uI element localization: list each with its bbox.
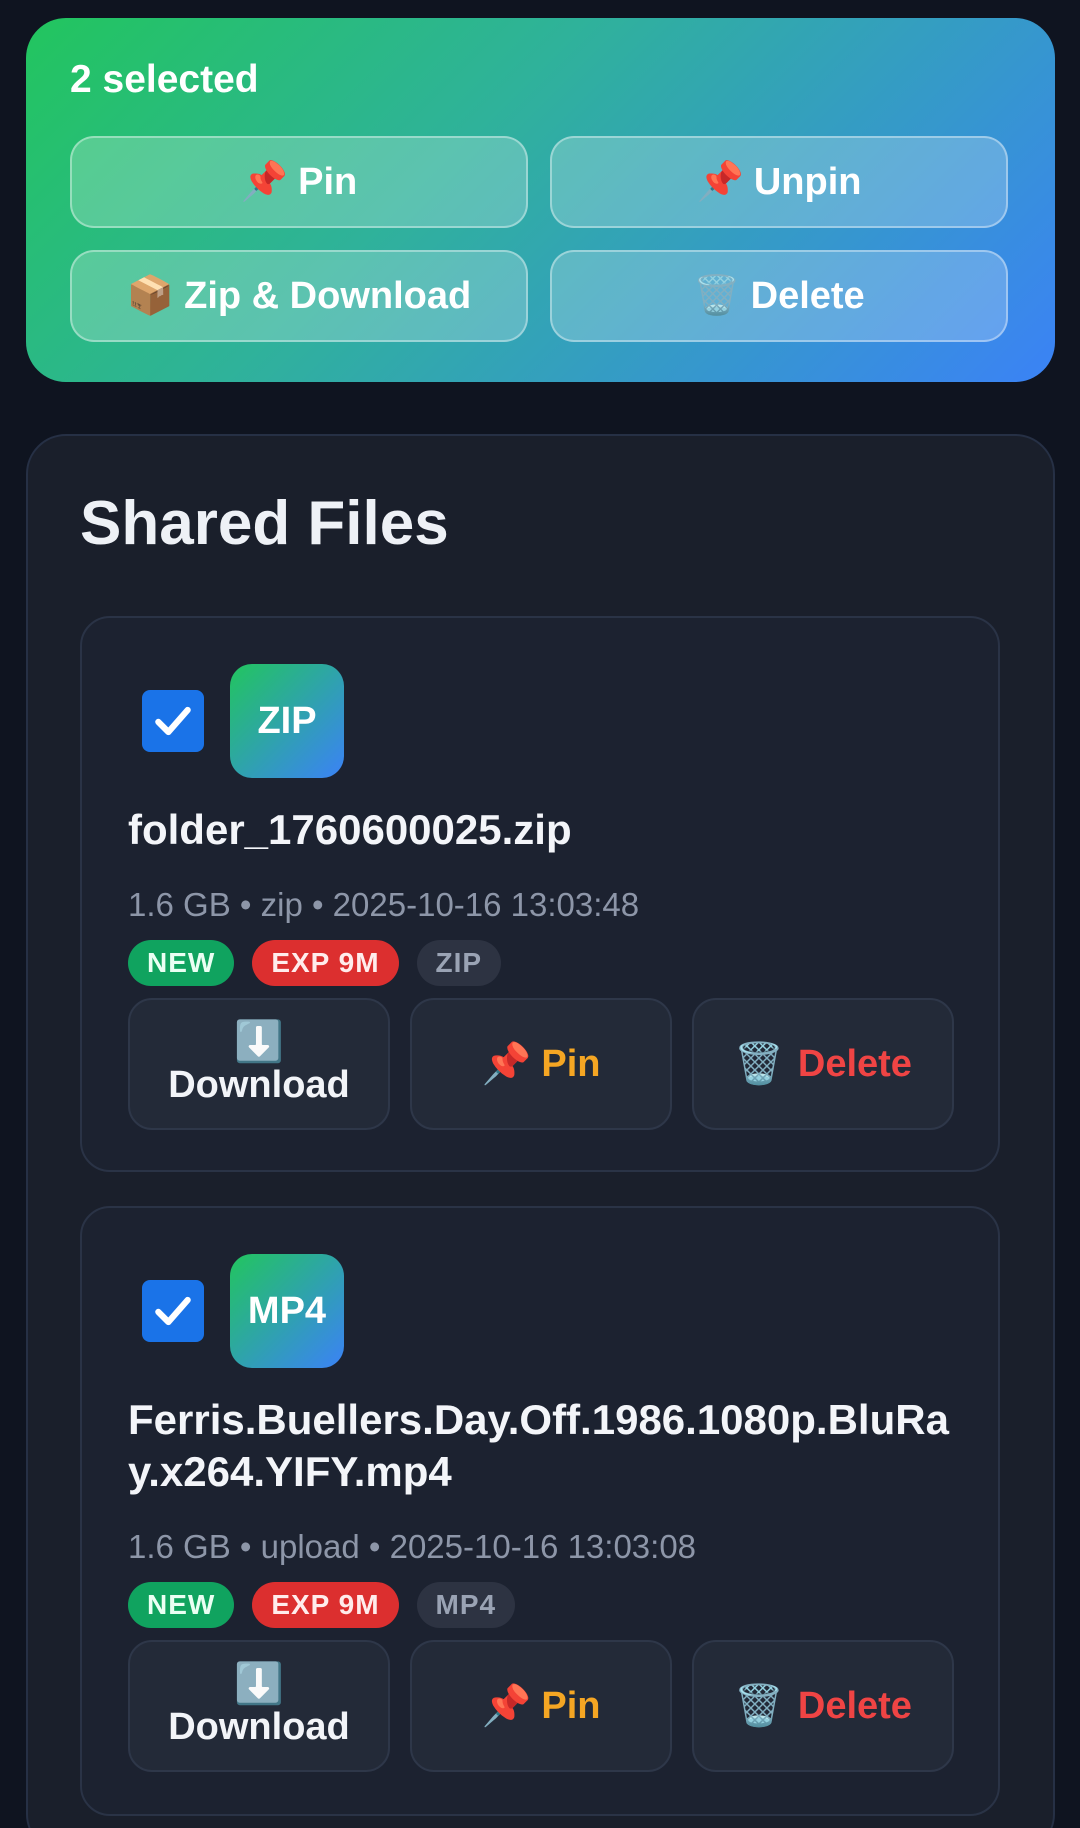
- bulk-unpin-button[interactable]: 📌 Unpin: [550, 136, 1008, 228]
- down-arrow-icon: ⬇️: [234, 1019, 284, 1064]
- download-label: Download: [168, 1705, 350, 1748]
- pushpin-icon: 📌: [696, 161, 744, 203]
- pushpin-icon: 📌: [240, 161, 289, 203]
- file-card: ZIP folder_1760600025.zip 1.6 GB • zip •…: [80, 616, 1000, 1172]
- pin-label: Pin: [541, 1684, 601, 1727]
- file-select-checkbox[interactable]: [142, 690, 204, 752]
- file-select-checkbox[interactable]: [142, 1280, 204, 1342]
- file-badges: NEW EXP 9M ZIP: [128, 940, 502, 986]
- download-label: Download: [168, 1063, 350, 1106]
- package-icon: 📦: [126, 275, 175, 317]
- file-card: MP4 Ferris.Buellers.Day.Off.1986.1080p.B…: [80, 1206, 1000, 1816]
- pushpin-icon: 📌: [481, 1684, 532, 1728]
- expiry-badge: EXP 9M: [252, 940, 399, 986]
- panel-title: Shared Files: [80, 489, 449, 558]
- bulk-pin-label: Pin: [298, 160, 358, 203]
- trash-icon: 🗑️: [693, 275, 741, 317]
- download-button[interactable]: ⬇️ Download: [128, 1640, 390, 1772]
- zip-download-label: Zip & Download: [184, 274, 472, 317]
- down-arrow-icon: ⬇️: [234, 1661, 284, 1706]
- pushpin-icon: 📌: [481, 1042, 532, 1086]
- new-badge: NEW: [128, 1582, 235, 1628]
- checkmark-icon: [155, 706, 191, 736]
- file-badges: NEW EXP 9M MP4: [128, 1582, 516, 1628]
- selection-count: 2 selected: [70, 58, 259, 101]
- file-actions: ⬇️ Download 📌 Pin 🗑️ Delete: [128, 998, 954, 1130]
- pin-label: Pin: [541, 1042, 601, 1085]
- trash-icon: 🗑️: [734, 1042, 784, 1086]
- zip-download-button[interactable]: 📦 Zip & Download: [70, 250, 528, 342]
- file-meta: 1.6 GB • upload • 2025-10-16 13:03:08: [128, 1528, 697, 1565]
- file-meta: 1.6 GB • zip • 2025-10-16 13:03:48: [128, 886, 640, 923]
- download-button[interactable]: ⬇️ Download: [128, 998, 390, 1130]
- file-type-icon: MP4: [230, 1254, 344, 1368]
- selection-bar: 2 selected 📌 Pin 📌 Unpin 📦 Zip & Downloa…: [26, 18, 1055, 382]
- delete-label: Delete: [797, 1042, 912, 1085]
- delete-button[interactable]: 🗑️ Delete: [692, 998, 954, 1130]
- shared-files-panel: Shared Files ZIP folder_1760600025.zip 1…: [26, 434, 1055, 1828]
- expiry-badge: EXP 9M: [252, 1582, 399, 1628]
- trash-icon: 🗑️: [734, 1684, 784, 1728]
- file-type-icon: ZIP: [230, 664, 344, 778]
- type-badge: ZIP: [416, 940, 502, 986]
- bulk-delete-button[interactable]: 🗑️ Delete: [550, 250, 1008, 342]
- page: 2 selected 📌 Pin 📌 Unpin 📦 Zip & Downloa…: [0, 0, 1080, 1828]
- bulk-pin-button[interactable]: 📌 Pin: [70, 136, 528, 228]
- pin-button[interactable]: 📌 Pin: [410, 998, 672, 1130]
- bulk-delete-label: Delete: [750, 274, 865, 317]
- new-badge: NEW: [128, 940, 235, 986]
- delete-button[interactable]: 🗑️ Delete: [692, 1640, 954, 1772]
- file-name: folder_1760600025.zip: [128, 806, 572, 853]
- type-badge: MP4: [416, 1582, 516, 1628]
- delete-label: Delete: [797, 1684, 912, 1727]
- file-actions: ⬇️ Download 📌 Pin 🗑️ Delete: [128, 1640, 954, 1772]
- checkmark-icon: [155, 1296, 191, 1326]
- bulk-unpin-label: Unpin: [753, 160, 862, 203]
- file-name: Ferris.Buellers.Day.Off.1986.1080p.BluRa…: [128, 1396, 949, 1495]
- pin-button[interactable]: 📌 Pin: [410, 1640, 672, 1772]
